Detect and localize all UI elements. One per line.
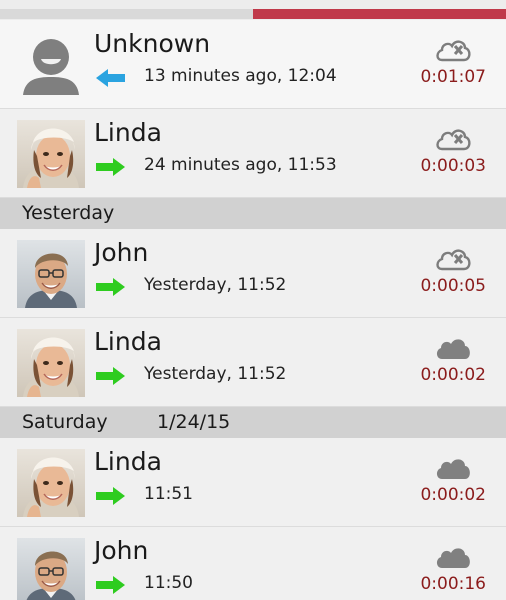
tab-indicator <box>0 9 253 19</box>
arrow-right-icon <box>96 158 125 176</box>
contact-photo <box>17 329 85 397</box>
tab-indicator-active <box>253 9 506 19</box>
call-time: 24 minutes ago, 11:53 <box>144 155 337 175</box>
cloud-crossed-icon[interactable] <box>434 37 472 63</box>
arrow-left-icon <box>96 69 125 87</box>
contact-photo <box>17 120 85 188</box>
contact-name: Linda <box>94 447 162 476</box>
tab-strip <box>0 0 506 20</box>
contact-photo <box>17 240 85 308</box>
cloud-crossed-icon[interactable] <box>434 126 472 152</box>
call-duration: 0:01:07 <box>420 67 486 87</box>
contact-name: Linda <box>94 118 162 147</box>
call-list-item[interactable]: Linda 24 minutes ago, 11:53 0:00:03 <box>0 109 506 198</box>
default-person-icon <box>17 31 85 99</box>
call-time: 11:50 <box>144 573 193 593</box>
arrow-right-icon <box>96 278 125 296</box>
section-label: Saturday <box>22 411 108 433</box>
section-date: 1/24/15 <box>157 411 231 433</box>
section-header-yesterday: Yesterday <box>0 198 506 229</box>
tab-saved[interactable] <box>253 0 506 20</box>
contact-name: John <box>94 536 149 565</box>
cloud-icon[interactable] <box>434 455 472 481</box>
arrow-right-icon <box>96 576 125 594</box>
call-time: 13 minutes ago, 12:04 <box>144 66 337 86</box>
call-duration: 0:00:02 <box>420 485 486 505</box>
call-duration: 0:00:03 <box>420 156 486 176</box>
cloud-icon[interactable] <box>434 544 472 570</box>
contact-photo <box>17 538 85 600</box>
tab-recordings[interactable] <box>0 0 253 20</box>
call-duration: 0:00:02 <box>420 365 486 385</box>
arrow-right-icon <box>96 487 125 505</box>
call-duration: 0:00:16 <box>420 574 486 594</box>
call-time: Yesterday, 11:52 <box>144 364 287 384</box>
section-label: Yesterday <box>22 202 115 224</box>
contact-name: Linda <box>94 327 162 356</box>
call-list-item[interactable]: Linda 11:51 0:00:02 <box>0 438 506 527</box>
cloud-icon[interactable] <box>434 335 472 361</box>
call-duration: 0:00:05 <box>420 276 486 296</box>
contact-photo <box>17 449 85 517</box>
contact-name: John <box>94 238 149 267</box>
call-time: Yesterday, 11:52 <box>144 275 287 295</box>
call-list-item[interactable]: Unknown 13 minutes ago, 12:04 0:01:07 <box>0 20 506 109</box>
call-time: 11:51 <box>144 484 193 504</box>
call-list-item[interactable]: John 11:50 0:00:16 <box>0 527 506 600</box>
arrow-right-icon <box>96 367 125 385</box>
contact-name: Unknown <box>94 29 211 58</box>
call-list-item[interactable]: John Yesterday, 11:52 0:00:05 <box>0 229 506 318</box>
cloud-crossed-icon[interactable] <box>434 246 472 272</box>
section-header-saturday: Saturday 1/24/15 <box>0 407 506 438</box>
call-list-item[interactable]: Linda Yesterday, 11:52 0:00:02 <box>0 318 506 407</box>
